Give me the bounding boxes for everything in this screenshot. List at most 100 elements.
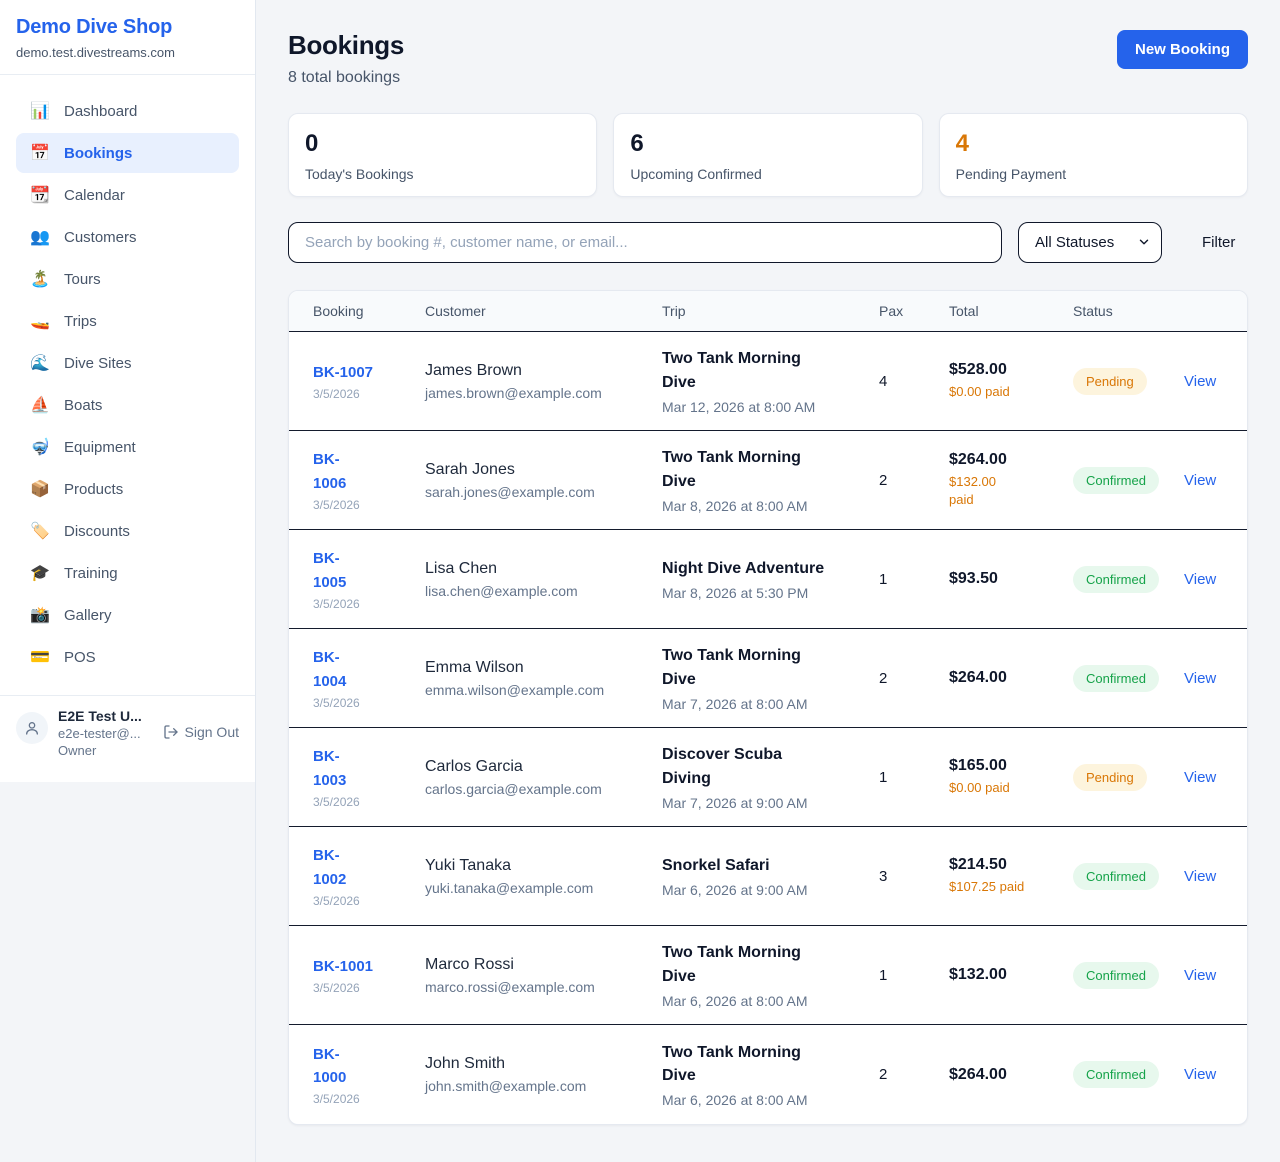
- customer-email: john.smith@example.com: [425, 1078, 652, 1094]
- status-badge: Confirmed: [1073, 467, 1159, 494]
- actions-cell: View: [1184, 953, 1247, 998]
- trip-datetime: Mar 6, 2026 at 8:00 AM: [662, 1092, 869, 1108]
- booking-cell: BK-1007 3/5/2026: [313, 347, 425, 415]
- view-link[interactable]: View: [1184, 571, 1237, 588]
- sidebar-item-equipment[interactable]: 🤿Equipment: [16, 427, 239, 467]
- trip-cell: Night Dive Adventure Mar 8, 2026 at 5:30 …: [662, 543, 879, 615]
- booking-number-link[interactable]: BK-1007: [313, 361, 415, 384]
- view-link[interactable]: View: [1184, 769, 1237, 786]
- booking-cell: BK- 10003/5/2026: [313, 1029, 425, 1121]
- customer-email: yuki.tanaka@example.com: [425, 880, 652, 896]
- status-badge: Pending: [1073, 368, 1147, 395]
- page-subtitle: 8 total bookings: [288, 69, 404, 87]
- booking-cell: BK- 10053/5/2026: [313, 533, 425, 625]
- sidebar-item-calendar[interactable]: 📆Calendar: [16, 175, 239, 215]
- user-role: Owner: [58, 743, 153, 758]
- customer-cell: Yuki Tanaka yuki.tanaka@example.com: [425, 843, 662, 910]
- trip-name: Night Dive Adventure: [662, 557, 869, 580]
- stat-label: Upcoming Confirmed: [630, 166, 905, 182]
- sidebar-item-boats[interactable]: ⛵Boats: [16, 385, 239, 425]
- filter-button[interactable]: Filter: [1196, 226, 1241, 259]
- view-link[interactable]: View: [1184, 472, 1237, 489]
- booking-date: 3/5/2026: [313, 696, 415, 710]
- stat-label: Today's Bookings: [305, 166, 580, 182]
- booking-date: 3/5/2026: [313, 387, 415, 401]
- total-cell: $214.50$107.25 paid: [949, 842, 1073, 910]
- column-header-booking: Booking: [313, 291, 425, 331]
- actions-cell: View: [1184, 854, 1247, 899]
- total-amount: $528.00: [949, 361, 1063, 379]
- booking-number-link[interactable]: BK- 1006: [313, 448, 415, 495]
- pax-value: 1: [879, 557, 949, 602]
- trip-name: Two Tank Morning Dive: [662, 644, 869, 690]
- sidebar-item-tours[interactable]: 🏝️Tours: [16, 259, 239, 299]
- trip-name: Snorkel Safari: [662, 854, 869, 877]
- discounts-icon: 🏷️: [30, 521, 50, 541]
- sidebar-item-label: Products: [64, 481, 123, 498]
- customer-cell: James Brownjames.brown@example.com: [425, 348, 662, 415]
- customer-cell: Marco Rossimarco.rossi@example.com: [425, 942, 662, 1009]
- booking-number-link[interactable]: BK- 1000: [313, 1043, 415, 1090]
- page-title: Bookings: [288, 30, 404, 61]
- customer-cell: Sarah Jonessarah.jones@example.com: [425, 447, 662, 514]
- new-booking-button[interactable]: New Booking: [1117, 30, 1248, 69]
- status-cell: Confirmed: [1073, 849, 1184, 904]
- trip-datetime: Mar 8, 2026 at 5:30 PM: [662, 585, 869, 601]
- page: Demo Dive Shop demo.test.divestreams.com…: [0, 0, 1280, 1162]
- sign-out-icon: [163, 724, 179, 740]
- view-link[interactable]: View: [1184, 868, 1237, 885]
- status-filter-select[interactable]: All Statuses: [1018, 222, 1162, 263]
- search-input[interactable]: [288, 222, 1002, 263]
- sidebar-item-label: Discounts: [64, 523, 130, 540]
- sidebar-item-customers[interactable]: 👥Customers: [16, 217, 239, 257]
- booking-date: 3/5/2026: [313, 981, 415, 995]
- status-cell: Pending: [1073, 750, 1184, 805]
- sidebar-item-dive-sites[interactable]: 🌊Dive Sites: [16, 343, 239, 383]
- table-row: BK- 10003/5/2026John Smith john.smith@exa…: [289, 1025, 1247, 1124]
- booking-number-link[interactable]: BK- 1005: [313, 547, 415, 594]
- view-link[interactable]: View: [1184, 1066, 1237, 1083]
- trip-name: Two Tank Morning Dive: [662, 446, 869, 492]
- sidebar-item-gallery[interactable]: 📸Gallery: [16, 595, 239, 635]
- sidebar-item-trips[interactable]: 🚤Trips: [16, 301, 239, 341]
- sidebar-item-label: Trips: [64, 313, 97, 330]
- bookings-icon: 📅: [30, 143, 50, 163]
- sidebar-panel: Demo Dive Shop demo.test.divestreams.com…: [0, 0, 255, 782]
- training-icon: 🎓: [30, 563, 50, 583]
- customer-name: Yuki Tanaka: [425, 857, 652, 875]
- booking-cell: BK- 1004 3/5/2026: [313, 632, 425, 724]
- booking-number-link[interactable]: BK- 1003: [313, 745, 415, 792]
- sidebar-item-bookings[interactable]: 📅Bookings: [16, 133, 239, 173]
- customer-email: marco.rossi@example.com: [425, 979, 652, 995]
- table-row: BK- 10043/5/2026Emma Wilsonemma.wilson@e…: [289, 629, 1247, 728]
- booking-number-link[interactable]: BK-1001: [313, 955, 415, 978]
- table-row: BK- 10053/5/2026Lisa Chenlisa.chen@examp…: [289, 530, 1247, 629]
- pax-value: 4: [879, 359, 949, 404]
- total-amount: $93.50: [949, 570, 1063, 588]
- sidebar-item-label: Tours: [64, 271, 101, 288]
- customer-cell: Carlos Garciacarlos.garcia@example.com: [425, 744, 662, 811]
- sidebar-item-discounts[interactable]: 🏷️ Discounts: [16, 511, 239, 551]
- view-link[interactable]: View: [1184, 967, 1237, 984]
- total-cell: $93.50: [949, 556, 1073, 602]
- sidebar-item-dashboard[interactable]: 📊Dashboard: [16, 91, 239, 131]
- booking-cell: BK- 10023/5/2026: [313, 830, 425, 922]
- view-link[interactable]: View: [1184, 373, 1237, 390]
- customer-name: John Smith: [425, 1055, 652, 1073]
- boats-icon: ⛵: [30, 395, 50, 415]
- booking-date: 3/5/2026: [313, 795, 415, 809]
- column-header-customer: Customer: [425, 291, 662, 331]
- sidebar-item-training[interactable]: 🎓Training: [16, 553, 239, 593]
- view-link[interactable]: View: [1184, 670, 1237, 687]
- sign-out-button[interactable]: Sign Out: [163, 724, 239, 740]
- products-icon: 📦: [30, 479, 50, 499]
- sidebar-item-pos[interactable]: 💳POS: [16, 637, 239, 677]
- table-row: BK-1007 3/5/2026 James Brownjames.brown@ex…: [289, 332, 1247, 431]
- trip-datetime: Mar 12, 2026 at 8:00 AM: [662, 399, 869, 415]
- booking-number-link[interactable]: BK- 1004: [313, 646, 415, 693]
- booking-number-link[interactable]: BK- 1002: [313, 844, 415, 891]
- stat-card-upcoming-confirmed: 6 Upcoming Confirmed: [613, 113, 922, 197]
- sidebar-item-products[interactable]: 📦 Products: [16, 469, 239, 509]
- table-row: BK- 10063/5/2026Sarah Jonessarah.jones@e…: [289, 431, 1247, 530]
- user-icon: [24, 720, 40, 736]
